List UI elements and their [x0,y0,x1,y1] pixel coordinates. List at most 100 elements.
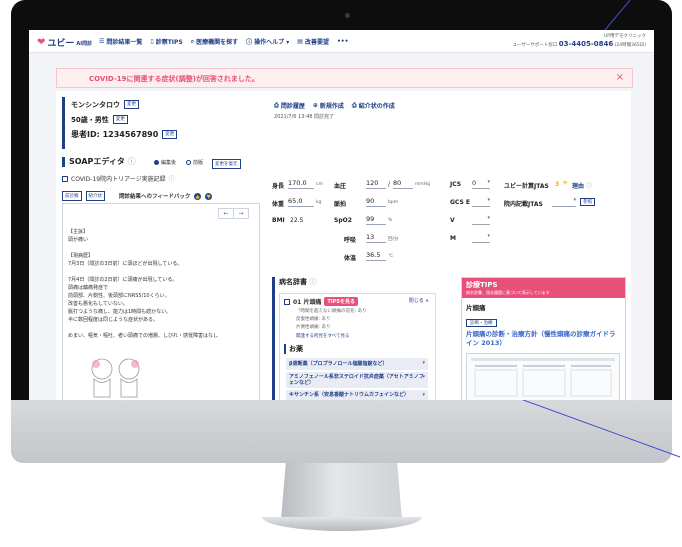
injtas-reference-button[interactable]: 参照 [580,198,595,206]
bmi-label: BMI [272,217,285,224]
jtas-reason-link[interactable]: 理由 [572,181,584,190]
search-icon: ⌕ [190,37,195,45]
note-line [68,244,248,252]
height-unit: cm [316,182,323,187]
ubie-logo[interactable]: ❤ ユビー AI問診 [37,36,92,49]
change-id-button[interactable]: 変更 [162,130,178,139]
nav-find-facility[interactable]: ⌕ 医療機関を探す [190,37,238,47]
nav-label: 改善要望 [304,39,329,46]
support-label: ユーザーサポート窓口 [512,43,558,48]
height-input[interactable]: 170.0 [288,179,314,189]
clinic-info: UP用デモクリニック ユーザーサポート窓口 03-4405-0846 (24時間… [512,33,646,48]
note-line: めまい、嘔気・嘔吐、者い頭痛での増悪、しびれ・感覚障害はなし [68,333,219,339]
soap-editor-section: SOAPエディタ ⓘ 編集後 前版 変更を復元 COVID-19院内トリアージ実… [62,157,257,201]
bp-separator: / [388,181,391,188]
tips-tag: 診断・治療 [466,319,497,327]
referral-button[interactable]: 紹介状 [85,191,105,201]
thumbs-up-icon[interactable]: 👍 [194,192,202,200]
note-line: 7月4日（問診の2日前）に頭痛が出現している。 [68,277,178,283]
history-arrows: ← → [218,208,249,219]
chevron-down-icon: ▾ [422,392,425,398]
link-label: 紹介状の作成 [358,103,395,110]
arrow-left-icon[interactable]: ← [219,209,233,218]
tips-badge[interactable]: TIPSを見る [324,297,358,306]
support-line: ユーザーサポート窓口 03-4405-0846 (24時間365日) [512,40,646,48]
collapse-button[interactable]: 閉じる ∧ [409,297,429,304]
arrow-right-icon[interactable]: → [233,209,248,218]
checkbox-box [62,175,68,182]
gcs-e-label: GCS E [450,199,470,206]
gcs-v-label: V [450,217,455,224]
nav-label: 診察TIPS [155,39,183,46]
show-all-findings-link[interactable]: 関連する所見をすべて見る [296,333,350,339]
nav-more[interactable]: ••• [337,37,349,46]
restore-button-wrap: 変更を復元 [212,159,241,169]
article-thumbnail[interactable] [466,353,620,400]
bp-unit: mmHg [415,182,431,187]
help-icon[interactable]: ⓘ [586,181,592,190]
soap-title-text: SOAPエディタ [69,157,125,166]
thumbs-down-icon[interactable]: 👎 [205,192,213,200]
note-line [68,324,248,332]
height-label: 身長 [272,183,285,190]
bp-diastolic-input[interactable]: 80 [393,179,413,189]
bmi-value: 22.5 [290,217,304,224]
help-icon[interactable]: ⓘ [128,157,136,166]
previous-exam-button[interactable]: 前診察 [62,191,82,201]
resp-unit: 回/分 [388,237,399,242]
dx-title-text: 病名辞書 [279,278,307,286]
drug-item[interactable]: アミノフェノール系非ステロイド抗炎症薬（アセトアミノフェンなど） ▾ [286,372,428,388]
diagnosis-checkbox[interactable] [284,298,290,305]
nav-tips[interactable]: ▯ 診察TIPS [150,37,182,46]
pulse-input[interactable]: 90 [366,197,386,207]
change-age-button[interactable]: 変更 [112,115,128,124]
gcs-e-select[interactable] [472,197,490,207]
restore-button[interactable]: 変更を復元 [212,159,241,169]
change-name-button[interactable]: 変更 [124,100,139,109]
jcs-select[interactable]: 0 [472,179,490,189]
top-navigation-bar: ❤ ユビー AI問診 ☰ 問診結果一覧 ▯ 診察TIPS ⌕ 医療機関を探す ⓘ 操作ヘ… [29,30,654,53]
history-link[interactable]: ⎙ 問診履歴 [274,101,305,111]
soap-toolbar: 前診察 紹介状 問診結果へのフィードバック 👍 👎 [62,191,213,201]
gcs-m-select[interactable] [472,233,490,243]
covid-triage-checkbox[interactable]: COVID-19院内トリアージ実施記録 ⓘ [62,174,175,183]
drug-item[interactable]: キサンチン系（安息香酸ナトリウムカフェインなど） ▾ [286,390,428,400]
nav-results-list[interactable]: ☰ 問診結果一覧 [99,37,142,46]
drug-item[interactable]: β遮断薬（プロプラノロール塩酸塩錠など） ▾ [286,358,428,370]
resp-input[interactable]: 13 [366,233,386,243]
pulse-unit: bpm [388,200,399,205]
soap-note-text: 【主訴】 頭が痛い 【現病歴】 7月3日（問診の3日前）に頭ほどが出現している。… [68,228,248,340]
nav-help[interactable]: ⓘ 操作ヘルプ ▾ [246,37,289,46]
info-icon: ⓘ [246,39,253,46]
gcs-v-select[interactable] [472,215,490,225]
jtas-label: ユビー計算JTAS [504,183,549,190]
brand-suffix: AI問診 [76,41,93,47]
sun-icon: ☀ [562,179,569,187]
main-panel: モンシンタロウ 変更 50歳・男性 変更 患者ID: 1234567890 変更 ⎙ 問… [56,91,631,400]
referral-letter-link[interactable]: ⎙ 紹介状の作成 [352,101,395,111]
new-record-link[interactable]: ⊕ 新規作成 [313,101,344,110]
help-icon[interactable]: ⓘ [309,278,316,286]
soap-text-editor[interactable]: ← → 【主訴】 頭が痛い 【現病歴】 7月3日（問診の3日前）に頭ほどが出現し… [62,203,260,400]
weight-input[interactable]: 65.0 [288,197,314,207]
patient-id: 患者ID: 1234567890 [71,130,159,139]
drugs-title: お薬 [284,344,436,354]
chevron-down-icon: ▾ [422,360,425,366]
patient-age-sex: 50歳・男性 [71,115,109,124]
nav-label: 問診結果一覧 [106,39,143,46]
help-icon[interactable]: ⓘ [169,174,175,183]
close-icon[interactable]: × [616,72,624,83]
tips-section-title: 片頭痛 [466,304,486,312]
spo2-input[interactable]: 99 [366,215,386,225]
injtas-select[interactable] [552,197,576,207]
nav-feedback[interactable]: ▤ 改善要望 [297,37,329,46]
support-hours: (24時間365日) [614,43,646,48]
radio-edited[interactable]: 編集後 [154,159,176,166]
clinical-tips-panel: 診療TIPS 病名辞書、過去履歴に基づいて表示しています 片頭痛 診断・治療 片… [461,277,626,400]
diagnosis-card: 01 片頭痛 TIPSを見る 閉じる ∧ 「時間を超えない頭痛の前兆: あり 反… [279,293,436,400]
monitor-stand-neck [281,463,402,519]
radio-before[interactable]: 前版 [186,159,203,166]
bp-systolic-input[interactable]: 120 [366,179,386,189]
temp-input[interactable]: 36.5 [366,251,386,261]
tips-article-link[interactable]: 片頭痛の診断・治療方針（慢性頭痛の診療ガイドライン 2013） [466,330,618,348]
